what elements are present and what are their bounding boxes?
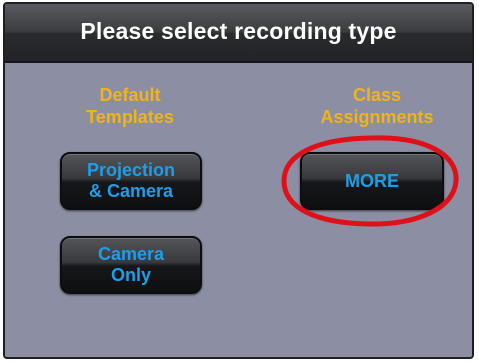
page-title: Please select recording type — [80, 18, 397, 44]
more-button[interactable]: MORE — [300, 152, 444, 210]
default-templates-heading: Default Templates — [86, 85, 174, 127]
more-label: MORE — [345, 170, 399, 191]
projection-camera-label: Projection & Camera — [86, 160, 175, 201]
projection-camera-button[interactable]: Projection & Camera — [60, 152, 202, 210]
class-assignments-heading: Class Assignments — [320, 85, 434, 127]
recording-type-panel: Please select recording type Default Tem… — [3, 2, 474, 359]
camera-only-label: Camera Only — [97, 244, 165, 285]
camera-only-button[interactable]: Camera Only — [60, 236, 202, 294]
title-bar: Please select recording type — [5, 4, 472, 63]
